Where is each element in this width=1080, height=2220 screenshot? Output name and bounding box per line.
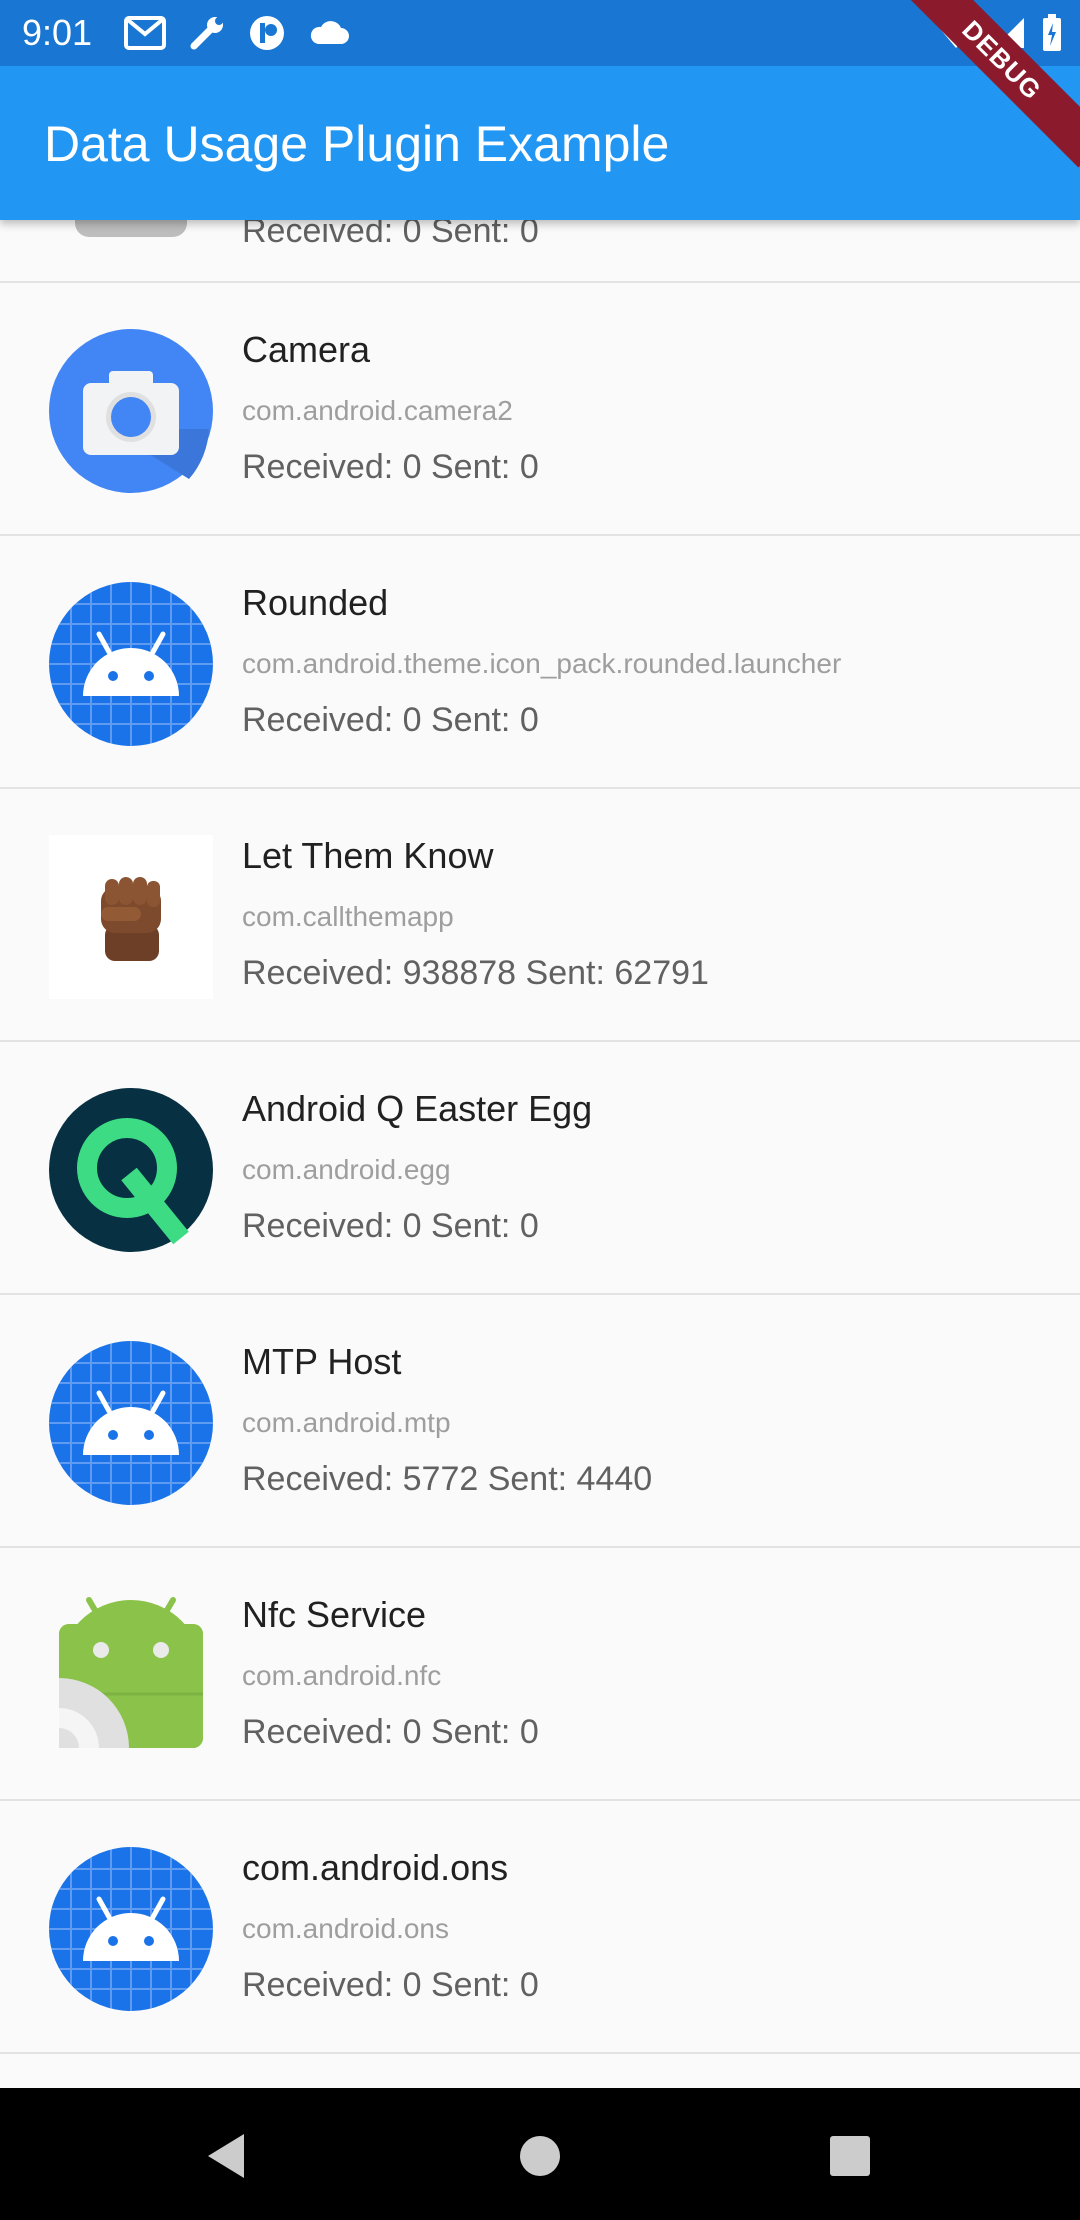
list-item[interactable]: com.android.ons com.android.ons Received… <box>0 1801 1080 2054</box>
partial-icon <box>75 220 187 237</box>
app-usage: Received: 938878 Sent: 62791 <box>242 954 709 992</box>
android-icon <box>49 1847 213 2011</box>
home-icon[interactable] <box>510 2126 570 2186</box>
app-package: com.android.theme.icon_pack.rounded.laun… <box>242 648 842 679</box>
app-name: Nfc Service <box>242 1594 427 1635</box>
navigation-bar <box>0 2088 1080 2220</box>
fist-icon <box>49 835 213 999</box>
app-package: com.android.ons <box>242 1913 450 1944</box>
app-name: com.android.ons <box>242 1847 509 1888</box>
app-name: Android Q Easter Egg <box>242 1088 593 1129</box>
app-bar: Data Usage Plugin Example <box>0 66 1080 220</box>
app-usage: Received: 0 Sent: 0 <box>242 220 539 250</box>
app-package: com.android.egg <box>242 1154 451 1185</box>
app-name: MTP Host <box>242 1341 402 1382</box>
notification-icons <box>124 14 350 52</box>
app-usage: Received: 0 Sent: 0 <box>242 1713 539 1751</box>
cloud-icon <box>310 21 349 44</box>
app-usage: Received: 0 Sent: 0 <box>242 1207 539 1245</box>
page-title: Data Usage Plugin Example <box>44 116 670 172</box>
battery-icon <box>1043 14 1061 51</box>
list-item[interactable]: Let Them Know com.callthemapp Received: … <box>0 789 1080 1042</box>
android-q-icon <box>49 1088 213 1252</box>
status-time: 9:01 <box>22 12 93 53</box>
nfc-android-icon <box>59 1597 203 1748</box>
app-package: com.android.mtp <box>242 1407 451 1438</box>
camera-icon <box>49 329 213 493</box>
app-package: com.android.nfc <box>242 1660 442 1691</box>
back-icon[interactable] <box>196 2126 256 2186</box>
status-bar: 9:01 <box>0 0 1080 66</box>
app-usage: Received: 0 Sent: 0 <box>242 1966 539 2004</box>
list-item[interactable]: Rounded com.android.theme.icon_pack.roun… <box>0 536 1080 789</box>
android-icon <box>49 1341 213 1505</box>
app-package: com.callthemapp <box>242 901 454 932</box>
app-name: Rounded <box>242 582 389 623</box>
app-package: com.android.camera2 <box>242 395 513 426</box>
list-item[interactable]: Android Q Easter Egg com.android.egg Rec… <box>0 1042 1080 1295</box>
app-name: Camera <box>242 329 371 370</box>
app-name: Let Them Know <box>242 835 494 876</box>
app-usage: Received: 5772 Sent: 4440 <box>242 1460 653 1498</box>
list-item[interactable]: Camera com.android.camera2 Received: 0 S… <box>0 283 1080 536</box>
app-usage: Received: 0 Sent: 0 <box>242 701 539 739</box>
app-list-content: Received: 0 Sent: 0 Camera com.android.c… <box>0 220 1080 2054</box>
app-icon <box>250 16 284 50</box>
list-item[interactable]: Received: 0 Sent: 0 <box>0 220 1080 283</box>
wrench-icon <box>190 17 223 50</box>
list-item[interactable]: MTP Host com.android.mtp Received: 5772 … <box>0 1295 1080 1548</box>
recents-icon[interactable] <box>820 2126 880 2186</box>
app-list[interactable]: Received: 0 Sent: 0 Camera com.android.c… <box>0 220 1080 2088</box>
app-usage: Received: 0 Sent: 0 <box>242 448 539 486</box>
android-icon <box>49 582 213 746</box>
list-item[interactable]: Nfc Service com.android.nfc Received: 0 … <box>0 1548 1080 1801</box>
gmail-icon <box>124 16 166 50</box>
